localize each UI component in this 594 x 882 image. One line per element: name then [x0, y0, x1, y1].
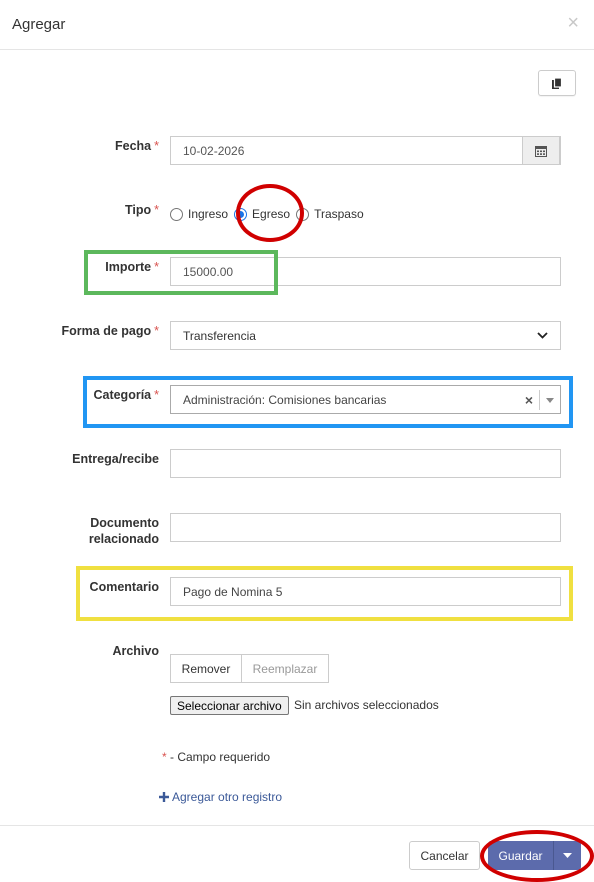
forma-pago-value: Transferencia	[183, 328, 256, 343]
categoria-select[interactable]: Administración: Comisiones bancarias ×	[170, 385, 561, 414]
categoria-label: Categoría *	[93, 388, 159, 402]
comentario-label: Comentario	[89, 580, 159, 594]
save-dropdown-toggle[interactable]	[554, 841, 581, 870]
radio-traspaso-label: Traspaso	[314, 207, 364, 221]
fecha-value: 10-02-2026	[183, 143, 245, 158]
copy-button[interactable]	[538, 70, 576, 96]
required-star: *	[162, 750, 167, 764]
chevron-down-icon	[537, 332, 548, 339]
close-icon[interactable]: ×	[567, 13, 579, 33]
documento-input[interactable]	[170, 513, 561, 542]
file-button-group: Remover Reemplazar	[170, 654, 329, 683]
calendar-button[interactable]	[522, 136, 560, 165]
documento-label: Documento relacionado	[88, 516, 159, 546]
clear-icon[interactable]: ×	[525, 392, 533, 408]
radio-ingreso-label: Ingreso	[188, 207, 229, 221]
select-file-button[interactable]: Seleccionar archivo	[170, 696, 289, 715]
save-button-group: Guardar	[488, 841, 581, 870]
cancel-button[interactable]: Cancelar	[409, 841, 480, 870]
comentario-input[interactable]: Pago de Nomina 5	[170, 577, 561, 606]
comentario-value: Pago de Nomina 5	[183, 584, 283, 599]
forma-pago-label: Forma de pago *	[61, 324, 159, 338]
no-files-text: Sin archivos seleccionados	[294, 698, 439, 712]
select-divider	[539, 390, 540, 410]
radio-egreso[interactable]: Egreso	[234, 207, 290, 221]
radio-egreso-label: Egreso	[252, 207, 291, 221]
dialog-title: Agregar	[12, 16, 66, 33]
remove-button[interactable]: Remover	[170, 654, 242, 683]
add-another-label: Agregar otro registro	[172, 790, 283, 804]
radio-traspaso[interactable]: Traspaso	[296, 207, 364, 221]
tipo-radio-group: Ingreso Egreso Traspaso	[170, 207, 370, 221]
caret-down-icon	[563, 853, 572, 858]
importe-value: 15000.00	[183, 264, 234, 279]
calendar-icon	[535, 145, 547, 157]
copy-icon	[552, 77, 562, 89]
save-button[interactable]: Guardar	[488, 841, 553, 870]
categoria-value: Administración: Comisiones bancarias	[183, 392, 387, 407]
plus-icon	[159, 792, 169, 802]
importe-label: Importe *	[105, 260, 159, 274]
add-another-link[interactable]: Agregar otro registro	[159, 790, 282, 804]
archivo-label: Archivo	[112, 644, 159, 658]
replace-button[interactable]: Reemplazar	[242, 654, 329, 683]
entrega-label: Entrega/recibe	[72, 452, 159, 466]
importe-input[interactable]: 15000.00	[170, 257, 561, 286]
required-text: - Campo requerido	[170, 750, 271, 764]
tipo-label: Tipo *	[124, 203, 159, 217]
modal-header: Agregar ×	[0, 0, 594, 50]
entrega-input[interactable]	[170, 449, 561, 478]
fecha-label: Fecha *	[114, 139, 159, 153]
caret-down-icon	[546, 398, 554, 403]
radio-ingreso[interactable]: Ingreso	[170, 207, 228, 221]
required-note: * - Campo requerido	[162, 750, 270, 764]
forma-pago-select[interactable]: Transferencia	[170, 321, 561, 350]
fecha-input[interactable]: 10-02-2026	[170, 136, 561, 165]
